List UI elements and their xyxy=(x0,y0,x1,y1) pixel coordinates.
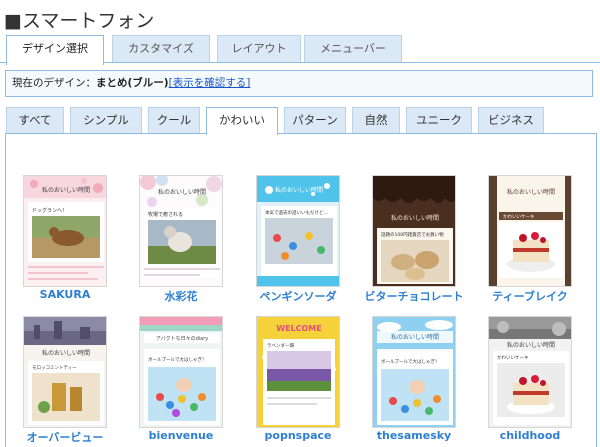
design-thumbnail[interactable]: 私のおいしい時間 本気で過去の話いいもだけど... xyxy=(256,175,340,287)
design-name[interactable]: popnspace xyxy=(236,429,360,442)
thumb-text: ドッグランへ！ xyxy=(32,207,67,214)
category-tab-business[interactable]: ビジネス xyxy=(478,107,544,133)
category-tab-pattern[interactable]: パターン xyxy=(284,107,346,133)
thumb-title: WELCOME xyxy=(276,324,321,333)
tab-layout[interactable]: レイアウト xyxy=(217,35,301,63)
design-name[interactable]: オーバービュー xyxy=(3,429,127,445)
design-name[interactable]: thesamesky xyxy=(352,429,476,442)
thumb-text: かわいいケーキ xyxy=(503,213,535,220)
thumb-text: 本気で過去の話いいもだけど... xyxy=(265,209,328,216)
category-tab-simple[interactable]: シンプル xyxy=(70,107,142,133)
design-name[interactable]: SAKURA xyxy=(3,288,127,301)
design-name[interactable]: ティーブレイク xyxy=(468,288,592,304)
category-tab-all[interactable]: すべて xyxy=(6,107,64,133)
current-design-value: まとめ(ブルー) xyxy=(96,77,169,89)
thumb-title: 私のおいしい時間 xyxy=(391,214,439,222)
design-thumbnail[interactable]: 私のおいしい時間 かわいいケーキ xyxy=(488,175,572,287)
design-thumbnail[interactable]: WELCOME ラベンダー畑 xyxy=(256,316,340,428)
thumb-title: 私のおいしい時間 xyxy=(158,188,206,196)
thumb-text: 牧場で癒される xyxy=(148,211,183,218)
current-design-label: 現在のデザイン： xyxy=(12,77,96,89)
current-design-box: 現在のデザイン：まとめ(ブルー)[表示を確認する] xyxy=(5,70,593,97)
design-name[interactable]: bienvenue xyxy=(119,429,243,442)
design-name[interactable]: ビターチョコレート xyxy=(352,288,476,304)
design-name[interactable]: ペンギンソーダ xyxy=(236,288,360,304)
view-design-link[interactable]: [表示を確認する] xyxy=(169,77,251,89)
category-tabs: すべて シンプル クール かわいい パターン 自然 ユニーク ビジネス xyxy=(6,107,600,135)
design-thumbnail[interactable]: 私のおいしい時間 話題の100円雑貨店でお買い物 xyxy=(372,175,456,287)
thumb-text: 話題の100円雑貨店でお買い物 xyxy=(381,231,444,238)
tab-menubar[interactable]: メニューバー xyxy=(304,35,402,63)
design-thumbnail[interactable]: 私のおいしい時間 ボールプールで大はしゃぎ！ xyxy=(372,316,456,428)
page-title: ■スマートフォン xyxy=(4,10,155,32)
thumb-title: 私のおいしい時間 xyxy=(42,186,90,194)
thumb-title: アバクトな日々のdiary xyxy=(156,335,208,342)
tab-design-select[interactable]: デザイン選択 xyxy=(6,35,104,65)
thumb-text: モロッコミントティー xyxy=(32,365,77,371)
tab-customize[interactable]: カスタマイズ xyxy=(112,35,210,63)
thumb-title: 私のおいしい時間 xyxy=(42,349,90,357)
design-thumbnail[interactable]: 私のおいしい時間 かわいいケーキ xyxy=(488,316,572,428)
main-tabs: デザイン選択 カスタマイズ レイアウト メニューバー xyxy=(6,35,600,65)
design-thumbnail[interactable]: 私のおいしい時間 牧場で癒される xyxy=(139,175,223,287)
category-tab-unique[interactable]: ユニーク xyxy=(406,107,472,133)
design-thumbnail[interactable]: アバクトな日々のdiary ボールプールで大はしゃぎ！ xyxy=(139,316,223,428)
thumb-text: ラベンダー畑 xyxy=(267,342,294,349)
thumb-text: ボールプールで大はしゃぎ！ xyxy=(381,358,440,365)
thumb-text: かわいいケーキ xyxy=(497,354,529,361)
thumb-text: ボールプールで大はしゃぎ！ xyxy=(148,356,207,363)
thumb-title: 私のおいしい時間 xyxy=(275,186,323,194)
design-name[interactable]: 水彩花 xyxy=(119,288,243,304)
design-thumbnail[interactable]: 私のおいしい時間 ドッグランへ！ xyxy=(23,175,107,287)
design-thumbnail[interactable]: 私のおいしい時間 モロッコミントティー xyxy=(23,316,107,428)
thumb-title: 私のおいしい時間 xyxy=(507,188,555,196)
design-name[interactable]: childhood xyxy=(468,429,592,442)
category-tab-cute[interactable]: かわいい xyxy=(206,107,278,135)
thumb-title: 私のおいしい時間 xyxy=(507,341,555,349)
thumb-title: 私のおいしい時間 xyxy=(391,333,439,341)
category-tab-nature[interactable]: 自然 xyxy=(352,107,400,133)
category-tab-cool[interactable]: クール xyxy=(148,107,200,133)
